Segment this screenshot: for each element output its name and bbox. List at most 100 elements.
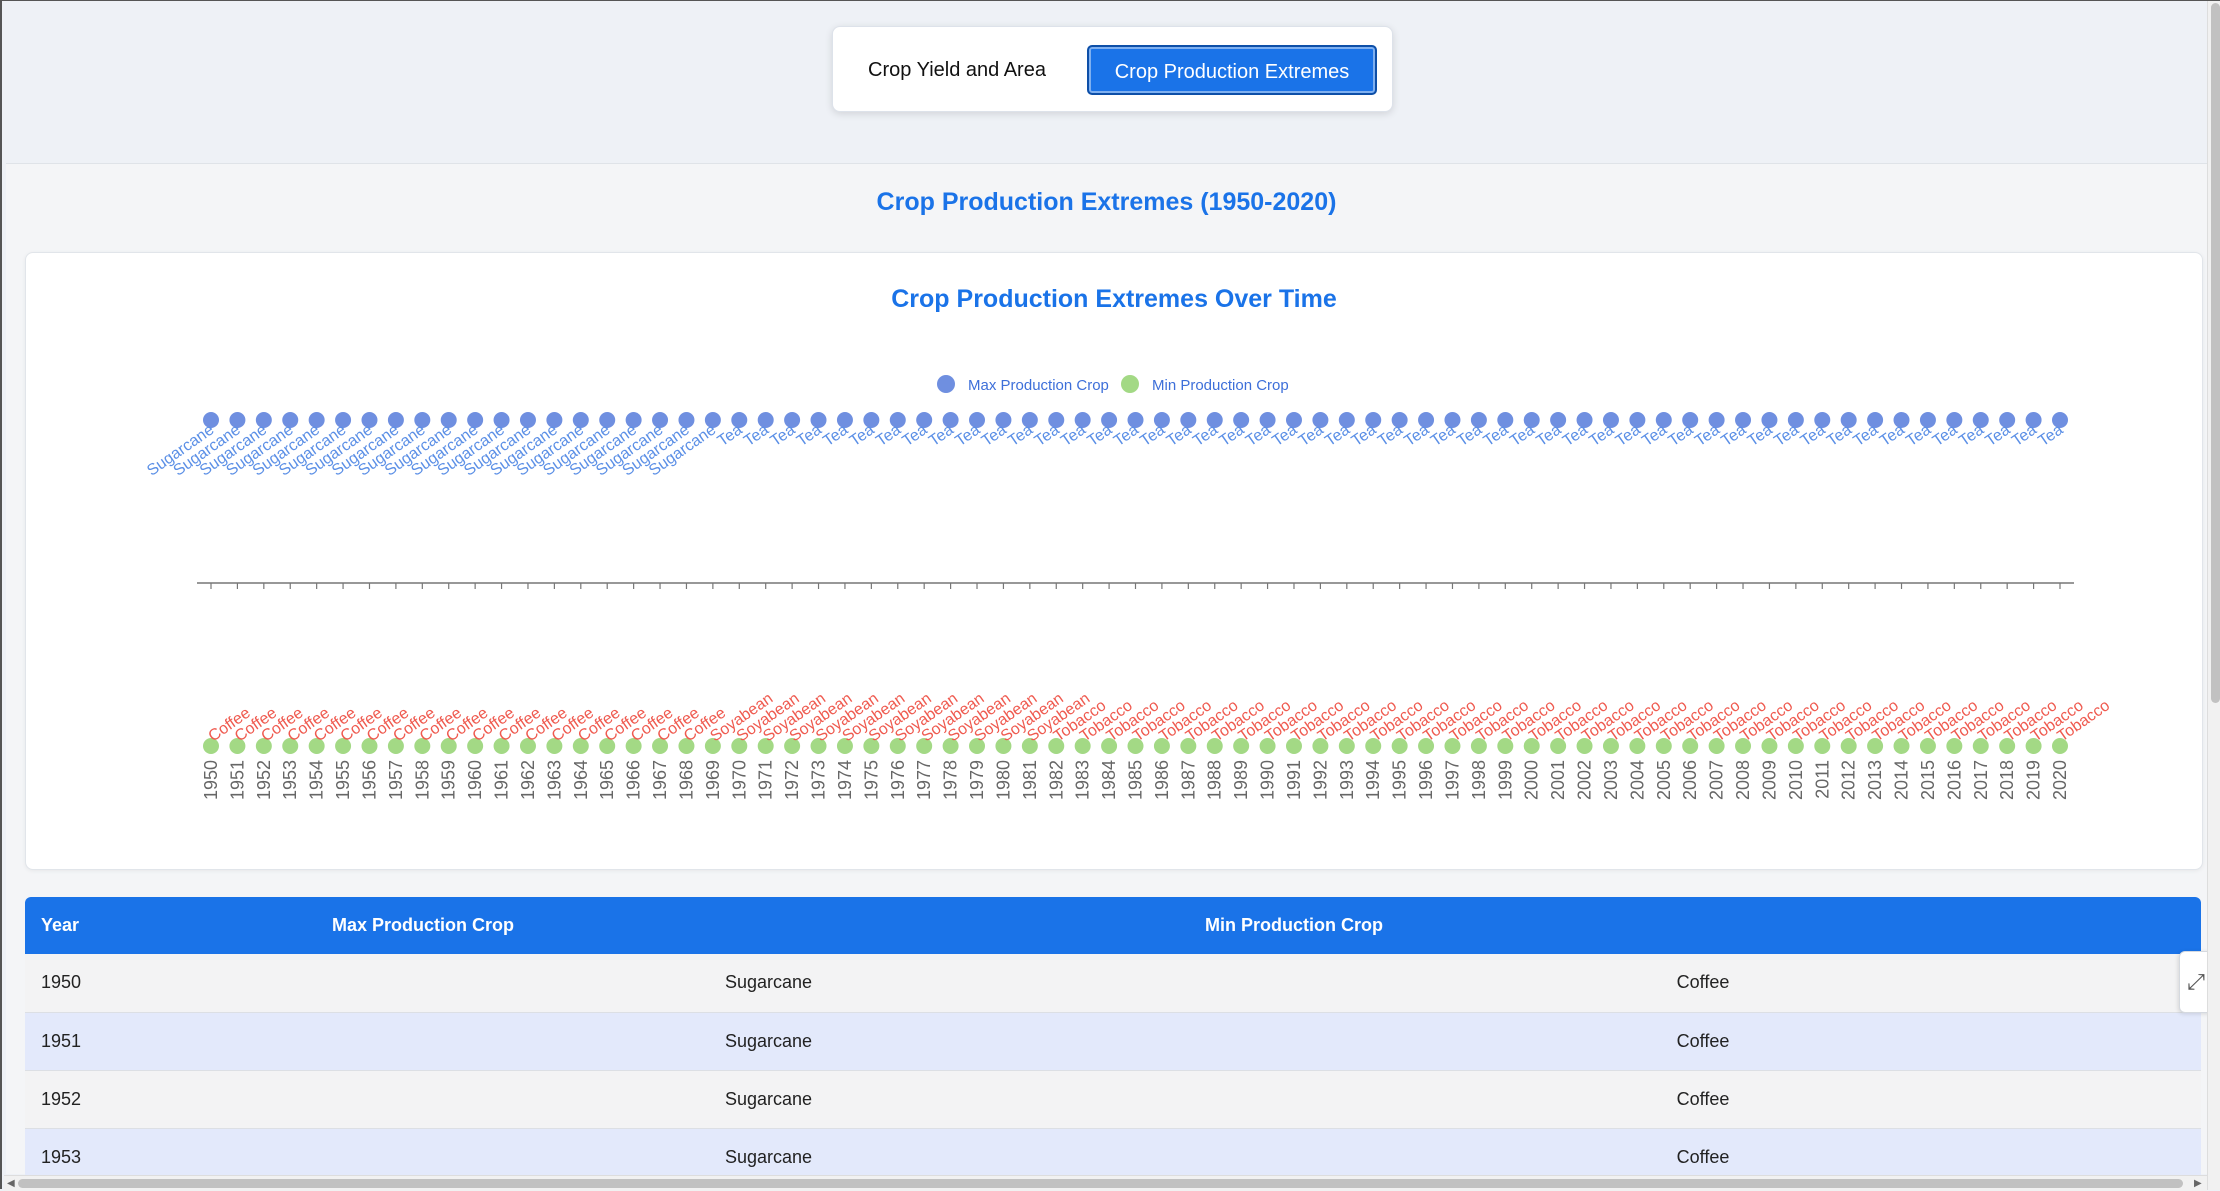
x-tick-label: 1981: [1020, 760, 1040, 800]
cell-min-crop: Coffee: [1676, 1030, 1730, 1051]
x-tick-label: 1984: [1099, 760, 1119, 800]
cell-min-crop: Coffee: [1676, 972, 1730, 993]
x-tick-label: 1973: [809, 760, 829, 800]
header-max-crop[interactable]: Max Production Crop: [332, 897, 1205, 954]
x-tick-label: 1951: [227, 760, 247, 800]
x-tick-label: 1953: [280, 760, 300, 800]
x-tick-label: 1955: [333, 760, 353, 800]
x-tick-label: 1999: [1495, 760, 1515, 800]
table-row[interactable]: 1952 Sugarcane Coffee: [25, 1070, 2201, 1128]
x-tick-label: 2016: [1944, 760, 1964, 800]
x-tick-label: 1962: [518, 760, 538, 800]
x-tick-label: 1967: [650, 760, 670, 800]
x-tick-label: 1974: [835, 760, 855, 800]
x-tick-label: 1963: [544, 760, 564, 800]
x-tick-label: 2013: [1865, 760, 1885, 800]
x-tick-label: 1990: [1258, 760, 1278, 800]
legend-label: Min Production Crop: [1152, 377, 1289, 394]
cell-year: 1952: [41, 1088, 82, 1109]
x-tick-label: 2005: [1654, 760, 1674, 800]
x-tick-label: 2000: [1522, 760, 1542, 800]
x-tick-label: 2003: [1601, 760, 1621, 800]
x-tick-label: 1979: [967, 760, 987, 800]
horizontal-scrollbar-thumb[interactable]: [18, 1179, 2183, 1188]
x-tick-label: 1978: [941, 760, 961, 800]
header-year[interactable]: Year: [25, 897, 332, 954]
table-row[interactable]: 1950 Sugarcane Coffee: [25, 954, 2201, 1012]
crop-extremes-chart: Max Production Crop Min Production CropSu…: [144, 375, 2113, 800]
x-tick-label: 1982: [1046, 760, 1066, 800]
x-tick-label: 1956: [359, 760, 379, 800]
vertical-scrollbar-thumb[interactable]: [2211, 3, 2220, 703]
table-row[interactable]: 1951 Sugarcane Coffee: [25, 1012, 2201, 1070]
x-tick-label: 1970: [729, 760, 749, 800]
legend-marker: [1121, 375, 1139, 393]
x-tick-label: 1977: [914, 760, 934, 800]
cell-year: 1951: [41, 1030, 82, 1051]
x-tick-label: 1958: [412, 760, 432, 800]
x-tick-label: 2011: [1812, 760, 1832, 799]
table-row[interactable]: 1953 Sugarcane Coffee: [25, 1128, 2201, 1177]
x-tick-label: 1954: [307, 760, 327, 800]
x-tick-label: 1972: [782, 760, 802, 800]
x-tick-label: 1952: [254, 760, 274, 800]
x-tick-label: 1985: [1126, 760, 1146, 800]
main-content: Crop Production Extremes (1950-2020) Cro…: [6, 163, 2207, 1177]
cell-max-crop: Sugarcane: [724, 972, 813, 993]
view-tabs: Crop Yield and Area Crop Production Extr…: [832, 26, 1393, 112]
x-tick-label: 1992: [1310, 760, 1330, 800]
x-tick-label: 1991: [1284, 760, 1304, 800]
x-tick-label: 2015: [1918, 760, 1938, 800]
x-tick-label: 1986: [1152, 760, 1172, 800]
x-tick-label: 2007: [1707, 760, 1727, 800]
x-tick-label: 2006: [1680, 760, 1700, 800]
x-tick-label: 2020: [2050, 760, 2070, 800]
x-tick-label: 1996: [1416, 760, 1436, 800]
vertical-scrollbar[interactable]: [2207, 1, 2220, 1190]
x-tick-label: 2018: [1997, 760, 2017, 800]
tab-crop-yield-area[interactable]: Crop Yield and Area: [853, 45, 1061, 95]
cell-min-crop: Coffee: [1676, 1088, 1730, 1109]
x-tick-label: 1980: [993, 760, 1013, 800]
x-tick-label: 1959: [439, 760, 459, 800]
x-tick-label: 2014: [1892, 760, 1912, 800]
cell-year: 1953: [41, 1146, 82, 1167]
x-tick-label: 1965: [597, 760, 617, 800]
x-tick-label: 2017: [1971, 760, 1991, 800]
legend-marker: [937, 375, 955, 393]
extremes-table: Year Max Production Crop Min Production …: [25, 897, 2201, 1177]
x-tick-label: 2002: [1575, 760, 1595, 800]
cell-max-crop: Sugarcane: [724, 1088, 813, 1109]
x-tick-label: 2009: [1759, 760, 1779, 800]
x-tick-label: 1957: [386, 760, 406, 800]
x-tick-label: 1988: [1205, 760, 1225, 800]
extremes-table-wrap: Year Max Production Crop Min Production …: [25, 897, 2201, 1177]
page-title: Crop Production Extremes (1950-2020): [876, 188, 1337, 216]
cell-year: 1950: [41, 972, 82, 993]
header-min-crop[interactable]: Min Production Crop: [1205, 897, 2201, 954]
x-tick-label: 1983: [1073, 760, 1093, 800]
x-tick-label: 1993: [1337, 760, 1357, 800]
x-tick-label: 1971: [756, 760, 776, 800]
tab-crop-production-extremes[interactable]: Crop Production Extremes: [1087, 45, 1377, 95]
x-tick-label: 2004: [1627, 760, 1647, 800]
x-tick-label: 1994: [1363, 760, 1383, 800]
cell-min-crop: Coffee: [1676, 1146, 1730, 1167]
x-tick-label: 1966: [624, 760, 644, 800]
x-tick-label: 2008: [1733, 760, 1753, 800]
x-tick-label: 1976: [888, 760, 908, 800]
x-tick-label: 1961: [492, 760, 512, 800]
x-tick-label: 1989: [1231, 760, 1251, 800]
cell-max-crop: Sugarcane: [724, 1146, 813, 1167]
x-tick-label: 1950: [201, 760, 221, 800]
x-tick-label: 1969: [703, 760, 723, 800]
x-tick-label: 2019: [2024, 760, 2044, 800]
x-tick-label: 1987: [1178, 760, 1198, 800]
x-tick-label: 1975: [861, 760, 881, 800]
x-tick-label: 2010: [1786, 760, 1806, 800]
legend-label: Max Production Crop: [968, 377, 1109, 394]
x-tick-label: 2012: [1839, 760, 1859, 800]
x-tick-label: 1968: [676, 760, 696, 800]
top-bar: Crop Yield and Area Crop Production Extr…: [2, 1, 2207, 163]
x-tick-label: 1998: [1469, 760, 1489, 800]
